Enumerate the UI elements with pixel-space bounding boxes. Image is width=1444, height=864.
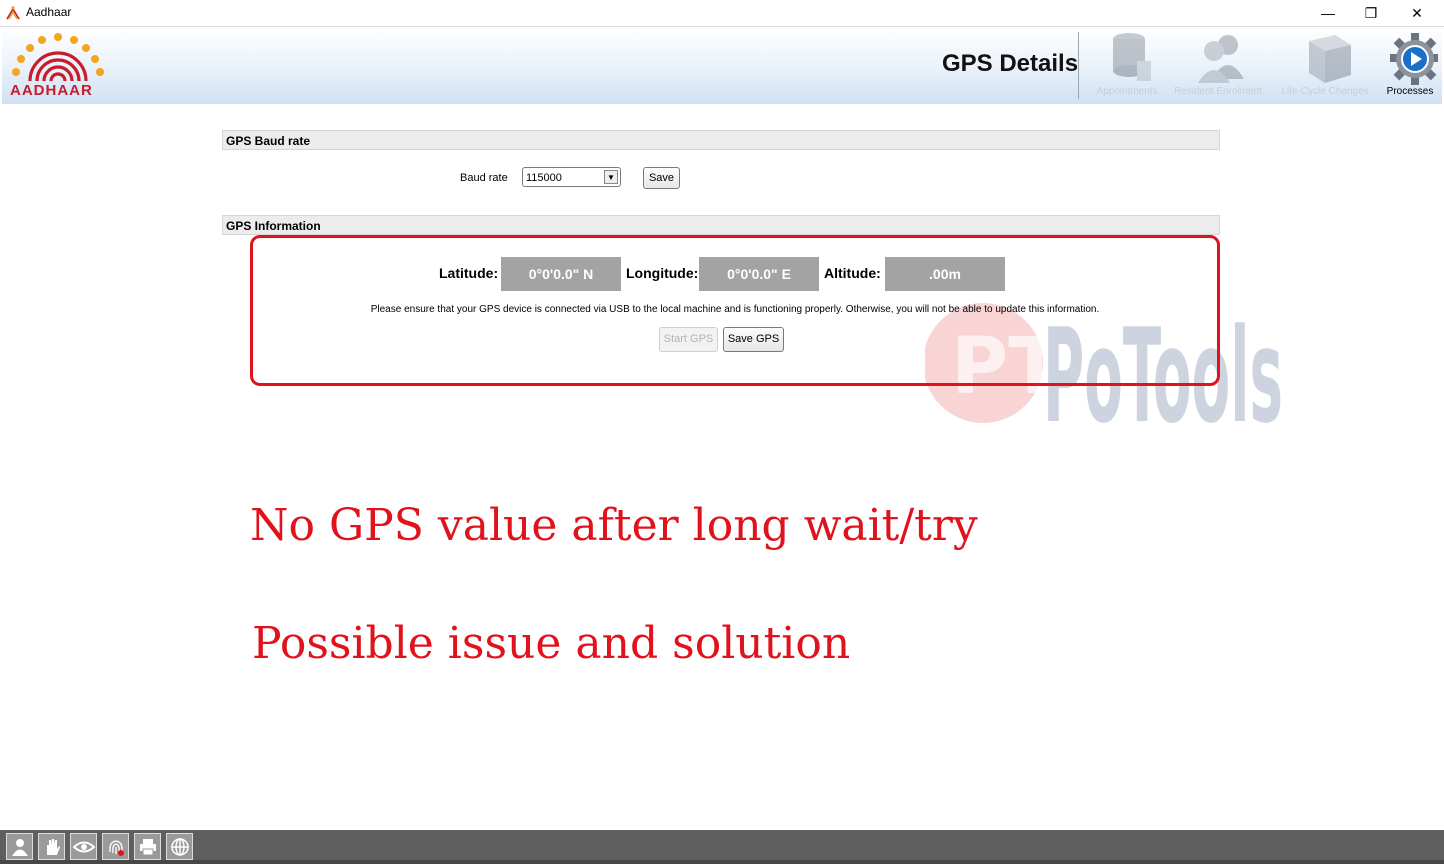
baud-rate-select[interactable]: 115000 ▼ bbox=[522, 167, 621, 187]
page-title: GPS Details bbox=[942, 50, 1079, 77]
save-gps-button[interactable]: Save GPS bbox=[723, 327, 784, 352]
aadhaar-app-icon bbox=[6, 6, 20, 20]
longitude-value: 0°0'0.0" E bbox=[699, 257, 819, 291]
taskbar-bottom-strip bbox=[0, 860, 1444, 864]
database-icon bbox=[1113, 33, 1151, 81]
users-icon bbox=[1198, 35, 1244, 83]
app-header: AADHAAR GPS Details Appointments Residen… bbox=[2, 27, 1442, 104]
altitude-label: Altitude: bbox=[824, 265, 881, 281]
gear-play-icon bbox=[1390, 33, 1438, 85]
fingerprint-icon[interactable] bbox=[102, 833, 129, 860]
baud-rate-value: 115000 bbox=[526, 172, 562, 184]
minimize-button[interactable]: — bbox=[1305, 0, 1351, 26]
altitude-value: .00m bbox=[885, 257, 1005, 291]
box-icon bbox=[1309, 35, 1351, 83]
latitude-value: 0°0'0.0" N bbox=[501, 257, 621, 291]
chevron-down-icon[interactable]: ▼ bbox=[604, 170, 618, 184]
baud-section-header: GPS Baud rate bbox=[222, 130, 1220, 150]
annotation-line-1: No GPS value after long wait/try bbox=[250, 500, 978, 551]
logo-text: AADHAAR bbox=[10, 82, 93, 99]
baud-save-button[interactable]: Save bbox=[643, 167, 680, 189]
close-button[interactable]: ✕ bbox=[1394, 0, 1440, 26]
gps-section-header: GPS Information bbox=[222, 215, 1220, 235]
bottom-toolbar bbox=[0, 830, 1444, 864]
nav-appointments[interactable]: Appointments bbox=[1077, 29, 1177, 101]
longitude-label: Longitude: bbox=[626, 265, 699, 281]
restore-button[interactable]: ❐ bbox=[1348, 0, 1394, 26]
hand-icon[interactable] bbox=[38, 833, 65, 860]
window-title-bar: Aadhaar — ❐ ✕ bbox=[0, 0, 1444, 27]
gps-notice-text: Please ensure that your GPS device is co… bbox=[370, 304, 1100, 315]
start-gps-button[interactable]: Start GPS bbox=[659, 327, 718, 352]
window-title: Aadhaar bbox=[26, 5, 72, 19]
eye-icon[interactable] bbox=[70, 833, 97, 860]
annotation-line-2: Possible issue and solution bbox=[252, 618, 851, 669]
person-icon[interactable] bbox=[6, 833, 33, 860]
latitude-label: Latitude: bbox=[439, 265, 499, 281]
nav-resident-enrolment[interactable]: Resident Enrolment bbox=[1168, 29, 1268, 101]
printer-icon[interactable] bbox=[134, 833, 161, 860]
baud-rate-label: Baud rate bbox=[460, 172, 508, 184]
globe-icon[interactable] bbox=[166, 833, 193, 860]
nav-processes[interactable]: Processes bbox=[1360, 29, 1444, 101]
